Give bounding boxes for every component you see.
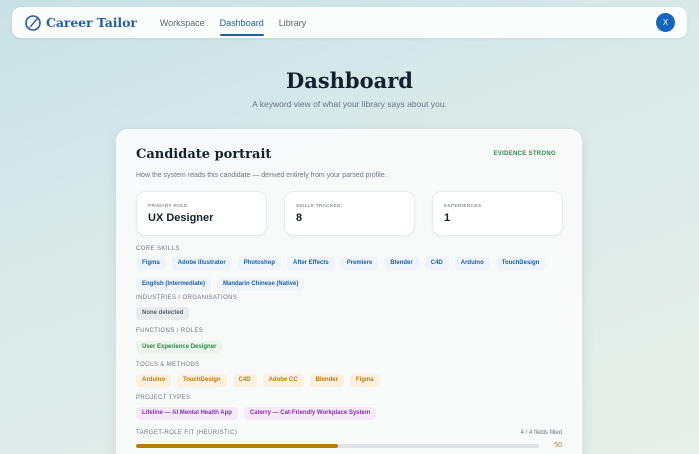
card-title: Candidate portrait [136,147,272,162]
brand-name: Career Tailor [46,15,137,30]
stat-label: PRIMARY ROLE [148,204,188,209]
stat-value: UX Designer [148,212,214,224]
skill-chip[interactable]: Premiere [340,257,379,270]
tool-chip[interactable]: TouchDesign [177,374,227,387]
stat-label: SKILLS TRACKED [296,204,341,209]
project-types-chips: Lifeline — AI Mental Health App Caterry … [136,407,566,420]
fit-progress-fill [136,444,338,448]
skill-chip[interactable]: Photoshop [237,257,282,270]
candidate-portrait-card: Candidate portrait EVIDENCE STRONG How t… [116,129,582,454]
tools-label: TOOLS & METHODS [136,362,200,368]
tool-chip[interactable]: Blender [309,374,344,387]
project-types-label: PROJECT TYPES [136,395,191,401]
page-title: Dashboard [286,68,413,93]
core-skills-chips: Figma Adobe Illustrator Photoshop After … [136,257,566,291]
tool-chip[interactable]: Figma [349,374,380,387]
tools-chips: Arduino TouchDesign C4D Adobe CC Blender… [136,374,566,387]
nav-dashboard[interactable]: Dashboard [219,7,264,38]
top-navigation-bar: Career Tailor Workspace Dashboard Librar… [12,7,687,38]
brand[interactable]: Career Tailor [24,14,137,32]
stat-skills-tracked: SKILLS TRACKED 8 [284,191,415,236]
card-description: How the system reads this candidate — de… [136,172,387,179]
stat-label: EXPERIENCES [444,204,482,209]
stat-value: 8 [296,212,303,224]
user-avatar[interactable]: X [656,13,675,32]
industry-chip: None detected [136,307,190,320]
main-nav: Workspace Dashboard Library [160,7,306,38]
page-subtitle: A keyword view of what your library says… [252,99,447,109]
nav-library[interactable]: Library [279,7,307,38]
skill-chip[interactable]: English (Intermediate) [136,278,212,291]
stat-primary-role: PRIMARY ROLE UX Designer [136,191,267,236]
functions-label: FUNCTIONS / ROLES [136,328,204,334]
target-role-fit-label: TARGET-ROLE FIT (HEURISTIC) [136,430,238,436]
skill-chip[interactable]: TouchDesign [495,257,546,270]
fit-score: 50 [554,442,562,449]
skill-chip[interactable]: Adobe Illustrator [171,257,232,270]
tool-chip[interactable]: C4D [232,374,257,387]
fields-filled-count: 4 / 4 fields filled [520,430,562,436]
stat-experiences: EXPERIENCES 1 [432,191,563,236]
industries-chips: None detected [136,307,566,320]
skill-chip[interactable]: Figma [136,257,166,270]
tool-chip[interactable]: Arduino [136,374,171,387]
career-tailor-logo-icon [25,14,41,31]
project-chip[interactable]: Caterry — Cat-Friendly Workplace System [243,407,377,420]
core-skills-label: CORE SKILLS [136,246,180,252]
functions-chips: User Experience Designer [136,341,566,354]
project-chip[interactable]: Lifeline — AI Mental Health App [136,407,238,420]
stat-cards: PRIMARY ROLE UX Designer SKILLS TRACKED … [136,191,563,236]
stat-value: 1 [444,212,451,224]
skill-chip[interactable]: After Effects [287,257,335,270]
tool-chip[interactable]: Adobe CC [262,374,304,387]
industries-label: INDUSTRIES / ORGANISATIONS [136,295,238,301]
function-chip[interactable]: User Experience Designer [136,341,223,354]
nav-workspace[interactable]: Workspace [160,7,205,38]
skill-chip[interactable]: C4D [424,257,449,270]
skill-chip[interactable]: Mandarin Chinese (Native) [217,278,305,291]
skill-chip[interactable]: Blender [384,257,419,270]
skill-chip[interactable]: Arduino [454,257,490,270]
fit-progress-bar [136,444,539,448]
evidence-badge: EVIDENCE STRONG [493,151,556,157]
